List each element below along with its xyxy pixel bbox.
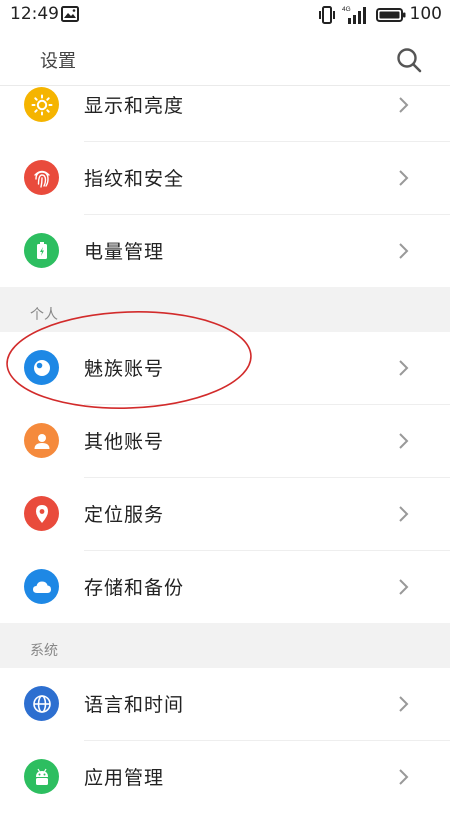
icon-badge	[24, 496, 59, 531]
settings-item-label: 语言和时间	[84, 694, 185, 716]
settings-item-storage-backup[interactable]: 存储和备份	[0, 551, 450, 623]
chevron-right-icon	[399, 769, 409, 785]
settings-item-label: 存储和备份	[84, 577, 185, 599]
settings-item-battery[interactable]: 电量管理	[0, 215, 450, 287]
section-header-system: 系统	[0, 623, 450, 668]
settings-item-label: 应用管理	[84, 767, 165, 789]
person-icon	[34, 433, 49, 449]
section-label: 系统	[30, 643, 58, 659]
vibrate-icon	[319, 6, 335, 24]
chevron-right-icon	[399, 360, 409, 376]
settings-item-label: 魅族账号	[84, 358, 165, 380]
chevron-right-icon	[399, 696, 409, 712]
settings-item-label: 指纹和安全	[84, 168, 185, 190]
section-label: 个人	[30, 307, 58, 323]
settings-item-label: 电量管理	[84, 241, 165, 263]
chevron-right-icon	[399, 506, 409, 522]
network-type: 4G	[342, 6, 351, 13]
meizu-account-icon	[33, 359, 50, 376]
icon-badge	[24, 350, 59, 385]
cloud-icon	[32, 581, 51, 593]
settings-item-label: 其他账号	[84, 431, 165, 453]
image-notification-icon	[61, 6, 79, 22]
icon-badge	[24, 686, 59, 721]
icon-badge	[24, 759, 59, 794]
chevron-right-icon	[399, 433, 409, 449]
chevron-right-icon	[399, 579, 409, 595]
settings-item-meizu-account[interactable]: 魅族账号	[0, 332, 450, 404]
battery-level: 100	[409, 4, 442, 24]
header-divider	[0, 85, 450, 86]
android-icon	[35, 768, 48, 785]
settings-item-app-management[interactable]: 应用管理	[0, 741, 450, 813]
globe-icon	[32, 694, 51, 713]
settings-item-label: 定位服务	[84, 504, 165, 526]
settings-item-language-time[interactable]: 语言和时间	[0, 668, 450, 740]
page-title: 设置	[40, 51, 76, 72]
chevron-right-icon	[399, 170, 409, 186]
status-time: 12:49	[10, 4, 59, 24]
battery-icon	[36, 241, 47, 259]
chevron-right-icon	[399, 243, 409, 259]
search-icon	[397, 48, 422, 73]
icon-badge	[24, 569, 59, 604]
icon-badge	[24, 87, 59, 122]
settings-item-label: 显示和亮度	[84, 95, 185, 117]
chevron-right-icon	[399, 97, 409, 113]
signal-icon: 4G	[342, 6, 366, 24]
location-pin-icon	[35, 504, 48, 523]
section-header-personal: 个人	[0, 287, 450, 332]
search-button[interactable]	[393, 44, 425, 76]
settings-header-overlay: 设置	[0, 30, 450, 86]
sun-icon	[31, 94, 52, 115]
battery-status-icon	[376, 8, 406, 22]
status-bar-overlay: 12:49 4G 100	[0, 0, 450, 30]
settings-item-fingerprint-security[interactable]: 指纹和安全	[0, 142, 450, 214]
fingerprint-icon	[33, 170, 50, 188]
icon-badge	[24, 233, 59, 268]
settings-item-other-accounts[interactable]: 其他账号	[0, 405, 450, 477]
settings-item-location[interactable]: 定位服务	[0, 478, 450, 550]
icon-badge	[24, 423, 59, 458]
icon-badge	[24, 160, 59, 195]
